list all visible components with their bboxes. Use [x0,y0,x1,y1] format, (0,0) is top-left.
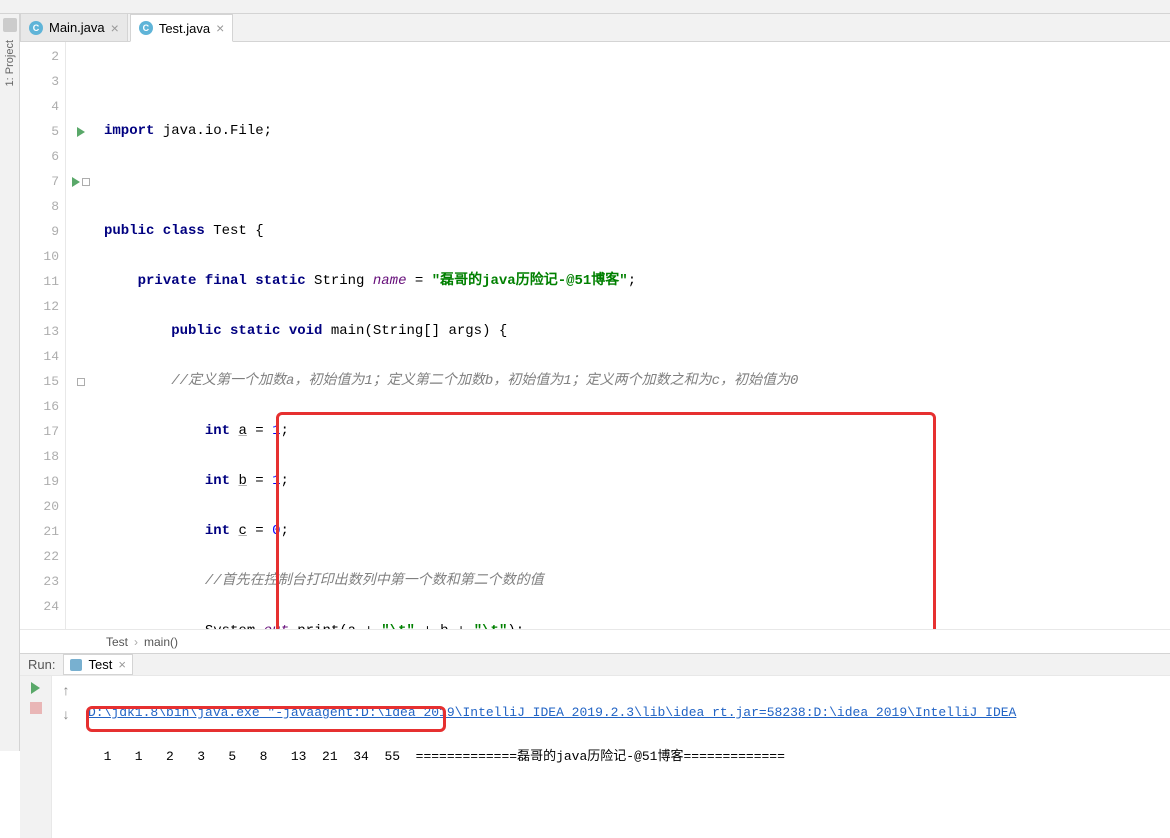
scroll-up-icon[interactable]: ↑ [63,682,70,698]
close-icon[interactable]: × [216,20,224,36]
console-output-suffix: =============磊哥的java历险记-@51博客===========… [416,749,785,764]
gutter-icons [66,42,96,629]
console-output[interactable]: D:\jdk1.8\bin\java.exe "-javaagent:D:\id… [80,676,1170,838]
tab-label: Main.java [49,20,105,35]
console-output-numbers: 1 1 2 3 5 8 13 21 34 55 [88,749,416,764]
run-class-icon[interactable] [77,127,85,137]
run-tool-window: Run: Test × ↑ ↓ D: [20,653,1170,751]
scroll-down-icon[interactable]: ↓ [63,706,70,722]
run-tab-name: Test [88,657,112,672]
application-icon [70,659,82,671]
line-number-gutter: 2 3 4 5 6 7 8 9 10 11 12 13 14 15 16 17 [20,42,66,629]
breadcrumb-method[interactable]: main() [144,635,178,649]
fold-icon[interactable] [82,178,90,186]
editor-tabs: C Main.java × C Test.java × [20,14,1170,42]
run-config-tab[interactable]: Test × [63,654,132,675]
stop-icon[interactable] [30,702,42,714]
code-editor[interactable]: 2 3 4 5 6 7 8 9 10 11 12 13 14 15 16 17 [20,42,1170,629]
toolbar-placeholder [0,0,1170,14]
project-tool-label[interactable]: 1: Project [4,36,16,90]
breadcrumb-class[interactable]: Test [106,635,128,649]
run-toolbar-secondary: ↑ ↓ [52,676,80,838]
tab-main-java[interactable]: C Main.java × [20,13,128,41]
java-class-icon: C [139,21,153,35]
chevron-right-icon: › [134,635,138,649]
breadcrumb[interactable]: Test › main() [20,629,1170,653]
fold-icon[interactable] [77,378,85,386]
left-tool-rail: 1: Project [0,14,20,751]
tab-test-java[interactable]: C Test.java × [130,14,234,42]
rerun-icon[interactable] [31,682,40,694]
close-icon[interactable]: × [111,20,119,36]
tab-label: Test.java [159,21,210,36]
code-content[interactable]: import java.io.File; public class Test {… [96,42,1170,629]
close-icon[interactable]: × [118,657,126,672]
project-tool-icon[interactable] [3,18,17,32]
run-toolbar [20,676,52,838]
console-command-line: D:\jdk1.8\bin\java.exe "-javaagent:D:\id… [88,705,1016,720]
run-label: Run: [28,657,55,672]
run-main-icon[interactable] [72,177,80,187]
java-class-icon: C [29,21,43,35]
